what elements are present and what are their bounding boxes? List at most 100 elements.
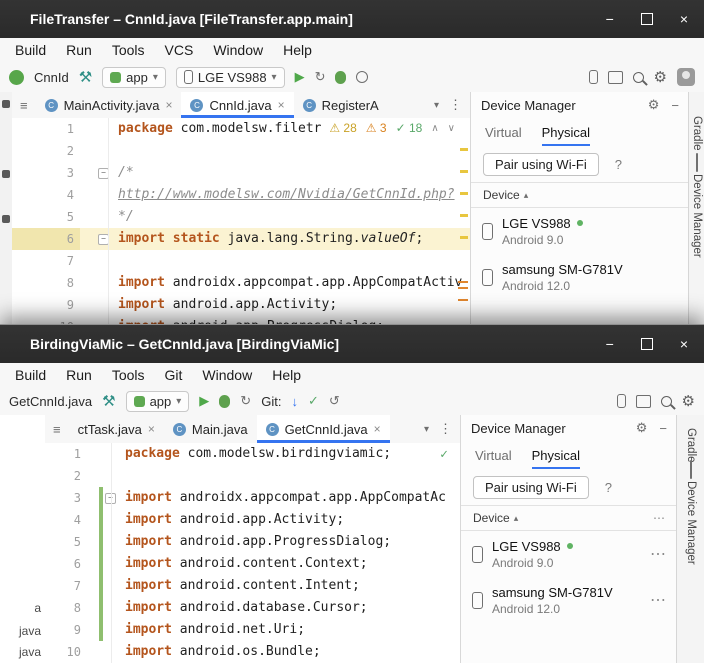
line-number[interactable]: 7 bbox=[45, 575, 87, 597]
line-number[interactable]: 6 bbox=[45, 553, 87, 575]
titlebar[interactable]: BirdingViaMic – GetCnnId.java [BirdingVi… bbox=[0, 325, 704, 363]
menu-help[interactable]: Help bbox=[273, 42, 322, 58]
tab-physical[interactable]: Physical bbox=[532, 448, 580, 469]
device-row[interactable]: LGE VS988 Android 9.0 bbox=[471, 208, 689, 254]
tab-list-icon[interactable]: ≡ bbox=[12, 98, 36, 113]
inspections-widget[interactable]: ⚠ 28 ⚠ 3 ✓ 18 ∧ ∨ bbox=[326, 121, 458, 135]
debug-button[interactable] bbox=[335, 70, 347, 84]
inspections-passed-icon[interactable]: ✓ bbox=[440, 447, 448, 462]
line-number[interactable]: 6 bbox=[12, 228, 80, 250]
code-line[interactable]: 4 http://www.modelsw.com/Nvidia/GetCnnId.… bbox=[12, 184, 470, 206]
tool-window-icon[interactable] bbox=[2, 215, 10, 223]
panel-minimize-icon[interactable]: − bbox=[671, 98, 679, 113]
tab-virtual[interactable]: Virtual bbox=[485, 125, 522, 146]
code-line[interactable]: 2 bbox=[45, 465, 460, 487]
line-number[interactable]: 1 bbox=[12, 118, 80, 140]
code-line[interactable]: 2 bbox=[12, 140, 470, 162]
device-manager-icon[interactable] bbox=[588, 70, 598, 84]
warning-stripe-mark[interactable] bbox=[460, 170, 468, 173]
line-number[interactable]: 3 bbox=[12, 162, 80, 184]
menu-vcs[interactable]: VCS bbox=[155, 42, 204, 58]
tab-main-java[interactable]: C Main.java bbox=[164, 415, 257, 443]
code-line[interactable]: 6− import static java.lang.String.valueOf… bbox=[12, 228, 470, 250]
row-more-icon[interactable]: ⋯ bbox=[650, 590, 666, 610]
panel-gear-icon[interactable]: ⚙ bbox=[636, 420, 648, 436]
menu-build[interactable]: Build bbox=[5, 367, 56, 383]
menu-run[interactable]: Run bbox=[56, 367, 102, 383]
code-line[interactable]: 10 import android.os.Bundle; bbox=[45, 641, 460, 663]
tab-list-icon[interactable]: ≡ bbox=[45, 422, 69, 437]
logcat-icon[interactable] bbox=[635, 394, 651, 408]
warning-stripe-mark[interactable] bbox=[460, 236, 468, 239]
menu-help[interactable]: Help bbox=[262, 367, 311, 383]
menu-git[interactable]: Git bbox=[155, 367, 193, 383]
sidebar-tab-gradle[interactable]: Gradle bbox=[691, 116, 703, 151]
tool-window-icon[interactable] bbox=[2, 170, 10, 178]
device-column-header[interactable]: Device bbox=[473, 511, 510, 525]
project-file-fragment[interactable]: a bbox=[0, 601, 44, 615]
line-number[interactable]: 4 bbox=[45, 509, 87, 531]
line-number[interactable]: 9 bbox=[12, 294, 80, 316]
code-line[interactable]: 6 import android.content.Context; bbox=[45, 553, 460, 575]
rerun-icon[interactable]: ↻ bbox=[240, 393, 251, 409]
menu-tools[interactable]: Tools bbox=[102, 42, 155, 58]
line-number[interactable]: 9 bbox=[45, 619, 87, 641]
warning-stripe-mark-orange[interactable] bbox=[458, 299, 468, 301]
tab-options-icon[interactable]: ⋮ bbox=[439, 421, 452, 437]
line-number[interactable]: 2 bbox=[45, 465, 87, 487]
project-name[interactable]: CnnId bbox=[34, 70, 69, 85]
project-file-fragment[interactable]: java bbox=[0, 645, 44, 659]
line-number[interactable]: 5 bbox=[45, 531, 87, 553]
warning-stripe-mark[interactable] bbox=[460, 214, 468, 217]
code-line[interactable]: 5 import android.app.ProgressDialog; bbox=[45, 531, 460, 553]
close-tab-icon[interactable]: × bbox=[374, 422, 381, 436]
menu-build[interactable]: Build bbox=[5, 42, 56, 58]
settings-gear-icon[interactable]: ⚙ bbox=[654, 68, 667, 86]
code-line[interactable]: 4 import android.app.Activity; bbox=[45, 509, 460, 531]
pair-wifi-button[interactable]: Pair using Wi-Fi bbox=[473, 475, 589, 499]
warning-stripe-mark-orange[interactable] bbox=[458, 281, 468, 283]
warning-stripe-mark-orange[interactable] bbox=[458, 287, 468, 289]
line-number[interactable]: 3 bbox=[45, 487, 87, 509]
rerun-icon[interactable]: ↻ bbox=[315, 69, 326, 85]
tool-window-icon[interactable] bbox=[2, 100, 10, 108]
tab-cnnid-java[interactable]: C CnnId.java × bbox=[181, 92, 294, 118]
logcat-icon[interactable] bbox=[607, 70, 623, 84]
help-icon[interactable]: ? bbox=[605, 480, 612, 495]
tab-connecttask-java[interactable]: ctTask.java × bbox=[69, 415, 164, 443]
git-update-icon[interactable]: ↓ bbox=[291, 394, 298, 409]
sidebar-tab-device-manager[interactable]: Device Manager bbox=[691, 174, 703, 258]
minimize-button[interactable]: − bbox=[606, 336, 614, 352]
tab-registeractivity-java[interactable]: C RegisterA bbox=[294, 92, 388, 118]
run-button[interactable]: ▶ bbox=[199, 393, 209, 409]
line-number[interactable]: 7 bbox=[12, 250, 80, 272]
prev-issue-icon[interactable]: ∧ bbox=[431, 123, 438, 134]
device-column-header[interactable]: Device bbox=[483, 188, 520, 202]
close-tab-icon[interactable]: × bbox=[278, 98, 285, 112]
search-icon[interactable] bbox=[660, 395, 672, 407]
line-number[interactable]: 8 bbox=[45, 597, 87, 619]
next-issue-icon[interactable]: ∨ bbox=[448, 123, 455, 134]
tab-options-icon[interactable]: ⋮ bbox=[449, 97, 462, 113]
line-number[interactable]: 8 bbox=[12, 272, 80, 294]
tab-mainactivity-java[interactable]: C MainActivity.java × bbox=[36, 92, 182, 118]
panel-minimize-icon[interactable]: − bbox=[659, 421, 667, 436]
maximize-button[interactable] bbox=[640, 338, 653, 350]
menu-run[interactable]: Run bbox=[56, 42, 102, 58]
code-line[interactable]: 1 package com.modelsw.birdingviamic; bbox=[45, 443, 460, 465]
line-number[interactable]: 10 bbox=[45, 641, 87, 663]
search-icon[interactable] bbox=[632, 71, 644, 83]
profiler-icon[interactable] bbox=[356, 71, 369, 83]
line-number[interactable]: 5 bbox=[12, 206, 80, 228]
tab-getcnnid-java[interactable]: C GetCnnId.java × bbox=[256, 415, 390, 443]
line-number[interactable]: 1 bbox=[45, 443, 87, 465]
run-button[interactable]: ▶ bbox=[295, 69, 305, 85]
code-line[interactable]: 9 import android.net.Uri; bbox=[45, 619, 460, 641]
pair-wifi-button[interactable]: Pair using Wi-Fi bbox=[483, 152, 599, 176]
run-config-select[interactable]: app ▾ bbox=[102, 66, 166, 88]
panel-gear-icon[interactable]: ⚙ bbox=[648, 97, 660, 113]
titlebar[interactable]: FileTransfer – CnnId.java [FileTransfer.… bbox=[0, 0, 704, 38]
profile-avatar[interactable] bbox=[677, 68, 695, 86]
close-tab-icon[interactable]: × bbox=[165, 98, 172, 112]
maximize-button[interactable] bbox=[640, 13, 653, 25]
